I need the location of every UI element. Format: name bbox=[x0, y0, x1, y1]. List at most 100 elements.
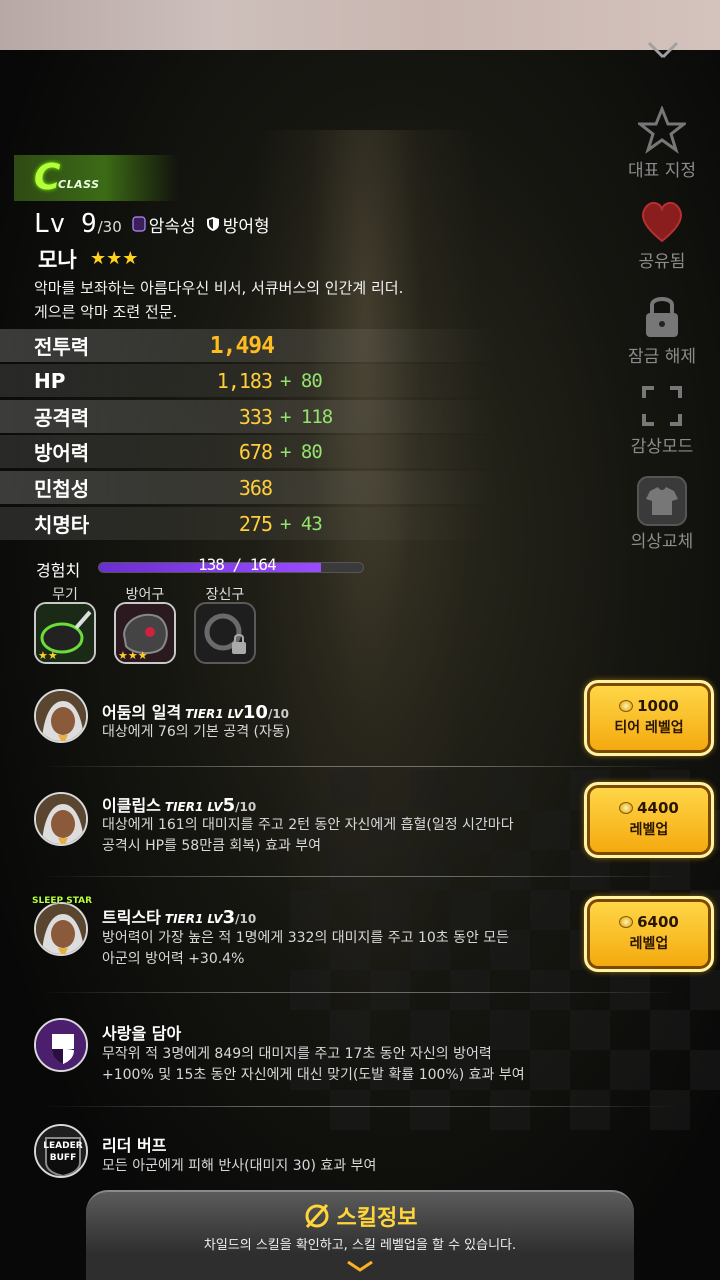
levelup-button[interactable]: 6400 레벨업 bbox=[584, 896, 714, 972]
skill-desc-line: 방어력이 가장 높은 적 1명에게 332의 대미지를 주고 10초 동안 모든 bbox=[102, 930, 510, 946]
skill-avatar bbox=[34, 1018, 88, 1072]
chevron-down-icon[interactable] bbox=[345, 1258, 375, 1272]
element-tag: 암속성 bbox=[132, 212, 196, 237]
equip-stars: ★★ bbox=[38, 649, 58, 662]
fullscreen-icon bbox=[612, 380, 712, 432]
stat-name: 치명타 bbox=[34, 513, 90, 537]
skill-name: 트릭스타 bbox=[102, 908, 161, 927]
stat-value: 368 bbox=[238, 475, 273, 500]
skill-name: 리더 버프 bbox=[102, 1136, 167, 1155]
button-cost: 1000 bbox=[637, 697, 679, 715]
class-letter: C bbox=[34, 157, 61, 198]
skill-desc-line: 대상에게 76의 기본 공격 (자동) bbox=[102, 724, 291, 740]
skill-title: 리더 버프 bbox=[102, 1132, 166, 1156]
divider bbox=[40, 992, 680, 993]
skill-lv-label: LV bbox=[207, 912, 223, 926]
skill-title: 어둠의 일격 TIER1 LV10/10 bbox=[102, 699, 289, 723]
stat-value: 1,183 bbox=[216, 368, 273, 393]
skill-desc-line: 모든 아군에게 피해 반사(대미지 30) 효과 부여 bbox=[102, 1158, 377, 1174]
stat-name: 방어력 bbox=[34, 441, 90, 465]
skill-info-panel[interactable]: 스킬정보 차일드의 스킬을 확인하고, 스킬 레벨업을 할 수 있습니다. bbox=[86, 1190, 634, 1280]
side-item-unlock[interactable]: 잠금 해제 bbox=[612, 290, 712, 367]
tier-levelup-button[interactable]: 1000 티어 레벨업 bbox=[584, 680, 714, 756]
side-item-label: 대표 지정 bbox=[628, 161, 696, 181]
character-level: Lv 9 bbox=[34, 209, 97, 239]
side-item-outfit[interactable]: 의상교체 bbox=[612, 475, 712, 552]
side-item-label: 공유됨 bbox=[638, 252, 686, 272]
gold-coin-icon bbox=[619, 700, 634, 712]
levelup-button[interactable]: 4400 레벨업 bbox=[584, 782, 714, 858]
skill-level: 10 bbox=[242, 702, 268, 723]
element-label: 암속성 bbox=[148, 216, 196, 237]
stat-value: 678 bbox=[238, 439, 273, 464]
stat-bonus: + 118 bbox=[280, 405, 333, 428]
divider bbox=[40, 876, 680, 877]
accessory-locked-icon bbox=[194, 602, 256, 664]
skill-tier: TIER1 bbox=[164, 912, 204, 926]
side-item-label: 의상교체 bbox=[630, 532, 694, 552]
shield-icon bbox=[206, 216, 220, 232]
equip-label: 방어구 bbox=[125, 587, 165, 603]
skill-lv-label: LV bbox=[227, 707, 243, 721]
skill-badge: LEADER BUFF bbox=[43, 1141, 83, 1163]
skill-tier: TIER1 bbox=[185, 707, 224, 721]
stat-row-defense: 방어력 678 + 80 bbox=[0, 435, 500, 468]
class-text: CLASS bbox=[58, 178, 100, 191]
skill-desc-line: 대상에게 161의 대미지를 주고 2턴 동안 자신에게 흡혈(일정 시간마다 bbox=[102, 817, 514, 833]
skill-description: 무작위 적 3명에게 849의 대미지를 주고 17초 동안 자신의 방어력 +… bbox=[102, 1044, 592, 1086]
description-line: 게으른 악마 조련 전문. bbox=[34, 303, 178, 321]
stat-row-power: 전투력 1,494 bbox=[0, 329, 500, 362]
gold-coin-icon bbox=[619, 916, 634, 928]
gold-coin-icon bbox=[619, 802, 634, 814]
skill-title: 사랑을 담아 bbox=[102, 1020, 181, 1044]
skill-lv-label: LV bbox=[207, 800, 223, 814]
equip-label: 무기 bbox=[52, 587, 78, 603]
skill-desc-line: 공격시 HP를 58만큼 회복) 효과 부여 bbox=[102, 838, 322, 854]
skill-avatar bbox=[34, 689, 88, 743]
skill-info-title-text: 스킬정보 bbox=[336, 1206, 418, 1231]
skill-name: 어둠의 일격 bbox=[102, 703, 182, 722]
side-item-representative[interactable]: 대표 지정 bbox=[612, 104, 712, 181]
equip-slot-armor[interactable]: 방어구 ★★★ bbox=[112, 584, 178, 664]
character-description: 악마를 보좌하는 아름다우신 비서, 서큐버스의 인간계 리더. 게으른 악마 … bbox=[34, 276, 504, 324]
weapon-icon: ★★ bbox=[34, 602, 96, 664]
skill-tier: TIER1 bbox=[164, 800, 204, 814]
skill-name: 사랑을 담아 bbox=[102, 1024, 182, 1043]
skill-name: 이클립스 bbox=[102, 796, 161, 815]
stat-row-attack: 공격력 333 + 118 bbox=[0, 400, 500, 433]
button-label: 레벨업 bbox=[629, 936, 669, 952]
equip-slot-accessory[interactable]: 장신구 bbox=[192, 584, 258, 664]
skill-info-icon bbox=[305, 1203, 329, 1229]
stat-name: 전투력 bbox=[34, 335, 90, 359]
side-item-label: 감상모드 bbox=[630, 437, 694, 457]
side-item-view-mode[interactable]: 감상모드 bbox=[612, 380, 712, 457]
heart-icon bbox=[612, 195, 712, 247]
exp-text: 138 / 164 bbox=[198, 555, 277, 574]
side-item-label: 잠금 해제 bbox=[628, 347, 696, 367]
stat-bonus: + 80 bbox=[280, 440, 323, 463]
stat-value: 275 bbox=[238, 511, 273, 536]
role-label: 방어형 bbox=[222, 216, 270, 237]
top-banner bbox=[0, 0, 720, 50]
skill-description: 모든 아군에게 피해 반사(대미지 30) 효과 부여 bbox=[102, 1156, 592, 1177]
lock-icon bbox=[612, 290, 712, 342]
skill-level-max: /10 bbox=[267, 707, 290, 721]
side-item-shared[interactable]: 공유됨 bbox=[612, 195, 712, 272]
skill-title: 이클립스 TIER1 LV5/10 bbox=[102, 792, 256, 816]
divider bbox=[40, 766, 680, 767]
stat-name: 민첩성 bbox=[34, 477, 90, 501]
equip-slot-weapon[interactable]: 무기 ★★ bbox=[32, 584, 98, 664]
skill-avatar bbox=[34, 792, 88, 846]
rarity-stars: ★★★ bbox=[90, 248, 139, 269]
stat-row-hp: HP 1,183 + 80 bbox=[0, 364, 500, 397]
exp-label: 경험치 bbox=[36, 561, 81, 580]
close-icon[interactable] bbox=[640, 40, 686, 66]
outfit-icon bbox=[612, 475, 712, 527]
skill-avatar bbox=[34, 902, 88, 956]
skill-description: 대상에게 161의 대미지를 주고 2턴 동안 자신에게 흡혈(일정 시간마다 … bbox=[102, 815, 592, 857]
equip-stars: ★★★ bbox=[118, 649, 148, 662]
stat-row-agility: 민첩성 368 bbox=[0, 471, 500, 504]
armor-icon: ★★★ bbox=[114, 602, 176, 664]
skill-info-title: 스킬정보 bbox=[86, 1200, 634, 1232]
skill-desc-line: +100% 및 15초 동안 자신에게 대신 맞기(도발 확률 100%) 효과… bbox=[102, 1067, 525, 1083]
